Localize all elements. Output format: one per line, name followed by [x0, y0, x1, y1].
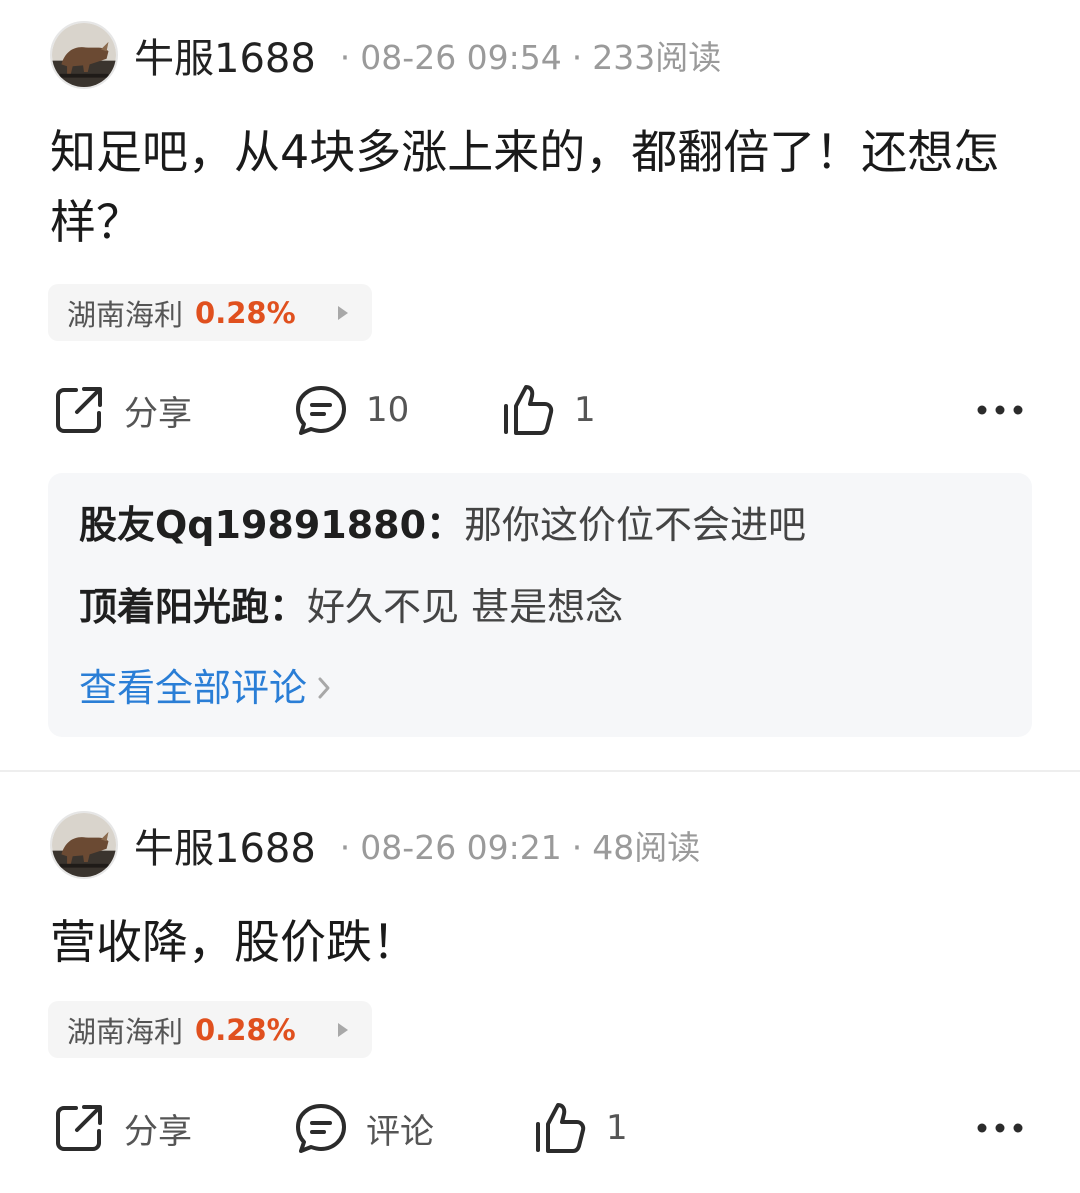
- action-bar: 分享 评论 1: [0, 1098, 1080, 1158]
- comment-button[interactable]: 评论: [294, 1098, 434, 1158]
- comment-user[interactable]: 顶着阳光跑: [79, 585, 269, 629]
- thumbs-up-icon: [536, 1103, 586, 1153]
- stock-name: 湖南海利: [67, 297, 184, 332]
- share-button[interactable]: 分享: [52, 1098, 192, 1158]
- triangle-right-icon: [338, 305, 348, 320]
- post-meta: · 08-26 09:54 · 233阅读: [339, 38, 722, 77]
- share-icon: [56, 1105, 102, 1151]
- comment-icon: [296, 386, 346, 435]
- comment-colon: ：: [426, 503, 465, 547]
- more-button[interactable]: [976, 1098, 1024, 1158]
- more-dots-icon: [977, 1123, 1023, 1133]
- stock-name: 湖南海利: [67, 1014, 184, 1049]
- like-count: 1: [606, 1108, 628, 1148]
- post-content[interactable]: 营收降，股价跌！: [50, 907, 1030, 977]
- stock-tag[interactable]: 湖南海利 0.28%: [48, 284, 372, 341]
- comment-text: 好久不见 甚是想念: [307, 585, 624, 629]
- comment-item[interactable]: 股友Qq19891880：那你这价位不会进吧: [79, 500, 806, 550]
- comment-icon: [296, 1104, 346, 1153]
- comment-button[interactable]: 10: [294, 380, 409, 440]
- like-count: 1: [574, 390, 596, 430]
- read-count: 233阅读: [592, 38, 722, 77]
- comment-item[interactable]: 顶着阳光跑：好久不见 甚是想念: [79, 582, 623, 632]
- chevron-right-icon: [318, 677, 330, 699]
- post-card[interactable]: 牛服1688 · 08-26 09:21 · 48阅读 营收降，股价跌！ 湖南海利 0…: [0, 772, 1080, 1193]
- comment-colon: ：: [269, 585, 308, 629]
- comment-user[interactable]: 股友Qq19891880: [79, 503, 426, 547]
- stock-tag[interactable]: 湖南海利 0.28%: [48, 1001, 372, 1058]
- like-button[interactable]: 1: [532, 1098, 628, 1158]
- triangle-right-icon: [338, 1022, 348, 1037]
- author-row: 牛服1688 · 08-26 09:21 · 48阅读: [50, 810, 700, 880]
- comment-label: 评论: [366, 1111, 434, 1152]
- share-button[interactable]: 分享: [52, 380, 192, 440]
- like-button[interactable]: 1: [500, 380, 596, 440]
- author-avatar[interactable]: [50, 21, 118, 89]
- author-name[interactable]: 牛服1688: [134, 816, 316, 874]
- post-content[interactable]: 知足吧，从4块多涨上来的，都翻倍了！还想怎样？: [50, 117, 1030, 257]
- view-all-label: 查看全部评论: [79, 666, 308, 710]
- post-time: 08-26 09:21: [360, 828, 562, 867]
- more-button[interactable]: [976, 380, 1024, 440]
- thumbs-up-icon: [504, 385, 554, 435]
- comments-preview: 股友Qq19891880：那你这价位不会进吧 顶着阳光跑：好久不见 甚是想念 查…: [48, 473, 1032, 737]
- stock-change: 0.28%: [195, 295, 296, 330]
- view-all-comments-link[interactable]: 查看全部评论: [79, 663, 331, 713]
- comment-text: 那你这价位不会进吧: [464, 503, 807, 547]
- post-meta: · 08-26 09:21 · 48阅读: [339, 828, 701, 867]
- action-bar: 分享 10 1: [0, 380, 1080, 440]
- share-icon: [56, 387, 102, 433]
- stock-change: 0.28%: [195, 1012, 296, 1047]
- comment-count: 10: [366, 390, 410, 430]
- read-count: 48阅读: [592, 828, 701, 867]
- share-label: 分享: [124, 1111, 192, 1152]
- author-avatar[interactable]: [50, 811, 118, 879]
- share-label: 分享: [124, 393, 192, 434]
- author-name[interactable]: 牛服1688: [134, 26, 316, 84]
- post-card[interactable]: 牛服1688 · 08-26 09:54 · 233阅读 知足吧，从4块多涨上来的，都…: [0, 0, 1080, 770]
- post-time: 08-26 09:54: [360, 38, 562, 77]
- author-row: 牛服1688 · 08-26 09:54 · 233阅读: [50, 20, 721, 90]
- more-dots-icon: [977, 405, 1023, 415]
